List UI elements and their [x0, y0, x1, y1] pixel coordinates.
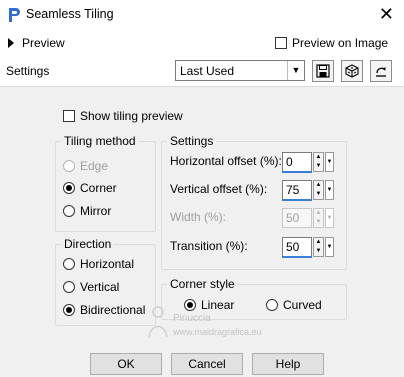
randomize-button[interactable] [341, 60, 363, 82]
slider-popup-icon[interactable]: ▼ [325, 237, 334, 257]
window-title: Seamless Tiling [26, 7, 114, 21]
watermark-url: www.maldragrafica.eu [173, 327, 262, 337]
transition-spinner: 50 ▲ ▼ ▼ [282, 237, 336, 259]
radio-corner-label: Corner [80, 181, 117, 195]
preview-expander[interactable]: Preview [8, 36, 65, 50]
preview-on-image-checkbox[interactable]: Preview on Image [275, 36, 388, 50]
save-preset-button[interactable] [312, 60, 334, 82]
seamless-tiling-dialog: Seamless Tiling ✕ Preview Preview on Ima… [0, 0, 404, 377]
radio-edge[interactable]: Edge [63, 159, 108, 173]
watermark-name: Pinuccia [173, 313, 211, 324]
spin-arrows-icon[interactable]: ▲ ▼ [313, 152, 324, 172]
slider-popup-icon[interactable]: ▼ [325, 180, 334, 200]
radio-corner[interactable]: Corner [63, 181, 117, 195]
transition-label: Transition (%): [170, 239, 248, 253]
horizontal-offset-spinner: 0 ▲ ▼ ▼ [282, 152, 336, 174]
radio-horizontal-label: Horizontal [80, 257, 135, 271]
vertical-offset-input[interactable]: 75 [282, 180, 312, 200]
width-spinner: 50 ▲ ▼ ▼ [282, 208, 336, 230]
spin-arrows-icon[interactable]: ▲ ▼ [313, 237, 324, 257]
reset-button[interactable] [370, 60, 392, 82]
corner-style-title: Corner style [167, 277, 238, 291]
settings-bar: Settings Last Used ▼ [0, 56, 404, 87]
radio-vertical-label: Vertical [80, 280, 120, 294]
radio-circle [63, 281, 75, 293]
direction-group: Direction Horizontal Vertical Bidirectio… [55, 237, 156, 326]
horizontal-offset-input[interactable]: 0 [282, 152, 312, 172]
ok-button[interactable]: OK [90, 353, 162, 375]
radio-vertical[interactable]: Vertical [63, 280, 119, 294]
close-icon[interactable]: ✕ [379, 4, 394, 24]
width-label: Width (%): [170, 210, 227, 224]
width-input: 50 [282, 208, 312, 228]
checkbox-box [275, 37, 287, 49]
tiling-method-group: Tiling method Edge Corner Mirror [55, 134, 156, 232]
preset-dropdown[interactable]: Last Used ▼ [175, 60, 305, 81]
radio-edge-label: Edge [80, 159, 109, 173]
radio-bidirectional-label: Bidirectional [80, 303, 146, 317]
radio-circle [63, 258, 75, 270]
preview-bar: Preview Preview on Image [0, 30, 404, 56]
checkbox-box [63, 110, 75, 122]
reset-icon [376, 67, 386, 77]
slider-popup-icon: ▼ [325, 208, 334, 228]
radio-mirror-label: Mirror [80, 204, 112, 218]
direction-title: Direction [61, 237, 115, 251]
help-button[interactable]: Help [252, 353, 324, 375]
transition-input[interactable]: 50 [282, 237, 312, 257]
radio-bidirectional[interactable]: Bidirectional [63, 303, 145, 317]
chevron-down-icon[interactable]: ▼ [287, 61, 304, 80]
show-tiling-preview-checkbox[interactable]: Show tiling preview [63, 109, 183, 123]
input-focus-underline [282, 199, 312, 201]
settings-label: Settings [6, 64, 50, 78]
slider-popup-icon[interactable]: ▼ [325, 152, 334, 172]
input-focus-underline [282, 256, 312, 258]
settings-group-title: Settings [167, 134, 217, 148]
title-bar: Seamless Tiling ✕ [0, 0, 404, 30]
radio-circle [63, 182, 75, 194]
horizontal-offset-label: Horizontal offset (%): [170, 154, 282, 168]
save-preset-icon [316, 64, 330, 78]
settings-group: Settings Horizontal offset (%): 0 ▲ ▼ ▼ V… [161, 134, 347, 270]
show-tiling-preview-label: Show tiling preview [80, 109, 183, 123]
tiling-method-title: Tiling method [61, 134, 139, 148]
watermark: Pinuccia www.maldragrafica.eu [145, 303, 325, 345]
input-focus-underline [282, 171, 312, 173]
vertical-offset-label: Vertical offset (%): [170, 182, 268, 196]
app-logo-icon [9, 8, 20, 22]
preset-value: Last Used [180, 64, 235, 78]
radio-circle [63, 205, 75, 217]
radio-mirror[interactable]: Mirror [63, 204, 111, 218]
preview-on-image-label: Preview on Image [292, 36, 389, 50]
watermark-figure-icon [148, 306, 168, 338]
radio-horizontal[interactable]: Horizontal [63, 257, 134, 271]
radio-circle [63, 304, 75, 316]
spin-arrows-icon: ▲ ▼ [313, 208, 324, 228]
preview-label: Preview [22, 36, 65, 50]
randomize-dice-icon [345, 64, 359, 78]
cancel-button[interactable]: Cancel [171, 353, 243, 375]
spin-arrows-icon[interactable]: ▲ ▼ [313, 180, 324, 200]
radio-circle [63, 160, 75, 172]
vertical-offset-spinner: 75 ▲ ▼ ▼ [282, 180, 336, 202]
expand-triangle-icon [8, 38, 14, 48]
